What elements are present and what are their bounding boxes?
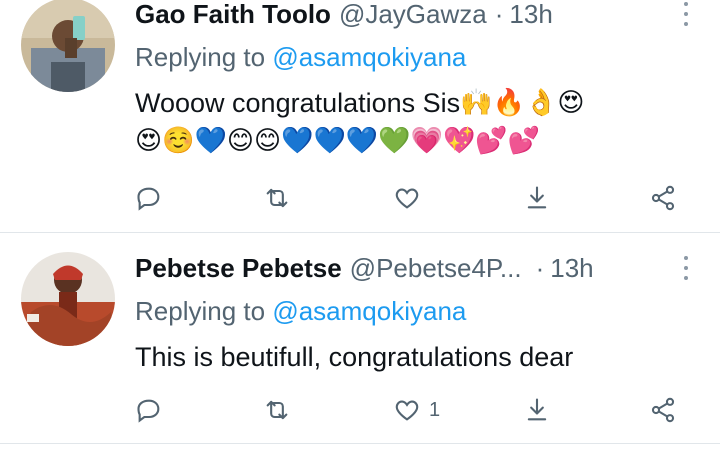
more-icon[interactable] [676, 2, 696, 26]
heart-icon[interactable]: 1 [393, 390, 440, 430]
tweet-actions: 1 [135, 390, 695, 430]
tweet[interactable]: Pebetse Pebetse @Pebetse4P... · 13h Repl… [0, 234, 720, 444]
more-icon[interactable] [676, 256, 696, 280]
tweet-text: This is beutifull, congratulations dear [135, 338, 700, 376]
emoji: 💕 [475, 126, 508, 156]
replying-prefix: Replying to [135, 296, 266, 326]
reply-icon[interactable] [135, 390, 163, 430]
ok-hand-emoji: 👌 [524, 88, 558, 118]
replying-to: Replying to @asamqokiyana [135, 296, 466, 327]
emoji: 💗 [410, 126, 443, 156]
reply-icon[interactable] [135, 178, 163, 218]
retweet-icon[interactable] [263, 390, 291, 430]
emoji: 💙 [313, 126, 346, 156]
emoji: 💙 [281, 126, 314, 156]
share-icon[interactable] [649, 178, 677, 218]
emoji: 💖 [442, 126, 476, 156]
user-handle[interactable]: @Pebetse4P... [350, 253, 522, 284]
tweet-text: Wooow congratulations Sis 🙌 🔥 👌 😍 😍 ☺️ 💙… [135, 84, 700, 160]
tweet-header: Pebetse Pebetse @Pebetse4P... · 13h [135, 250, 690, 286]
replying-prefix: Replying to [135, 42, 266, 72]
emoji: ☺️ [162, 126, 195, 156]
divider [0, 232, 720, 233]
emoji: 😊 [253, 126, 282, 156]
separator: · [494, 0, 504, 29]
emoji: 💚 [378, 126, 411, 156]
avatar[interactable] [21, 0, 115, 92]
timestamp[interactable]: 13h [509, 0, 552, 30]
tweet-actions [135, 178, 695, 218]
user-handle[interactable]: @JayGawza [339, 0, 487, 30]
tweet-header: Gao Faith Toolo @JayGawza · 13h [135, 0, 690, 32]
download-icon[interactable] [523, 178, 551, 218]
download-icon[interactable] [523, 390, 551, 430]
emoji: 💙 [345, 126, 379, 156]
display-name[interactable]: Gao Faith Toolo [135, 0, 331, 30]
heart-icon[interactable] [393, 178, 429, 218]
tweet[interactable]: Gao Faith Toolo @JayGawza · 13h Replying… [0, 0, 720, 232]
emoji: 😍 [135, 126, 163, 156]
retweet-icon[interactable] [263, 178, 291, 218]
mention-link[interactable]: @asamqokiyana [272, 296, 466, 326]
avatar[interactable] [21, 252, 115, 346]
mention-link[interactable]: @asamqokiyana [272, 42, 466, 72]
share-icon[interactable] [649, 390, 677, 430]
emoji: 😊 [226, 126, 254, 156]
emoji: 💕 [507, 126, 541, 156]
heart-eyes-emoji: 😍 [557, 88, 585, 118]
separator: · [535, 252, 545, 283]
display-name[interactable]: Pebetse Pebetse [135, 253, 342, 284]
divider [0, 443, 720, 444]
raising-hands-emoji: 🙌 [460, 88, 493, 118]
emoji: 💙 [194, 126, 227, 156]
fire-emoji: 🔥 [492, 88, 525, 118]
tweet-text-content: Wooow congratulations Sis [135, 88, 461, 118]
like-count: 1 [429, 398, 441, 421]
timestamp[interactable]: 13h [550, 253, 593, 284]
tweet-text-content: This is beutifull, congratulations dear [135, 342, 574, 372]
replying-to: Replying to @asamqokiyana [135, 42, 466, 73]
